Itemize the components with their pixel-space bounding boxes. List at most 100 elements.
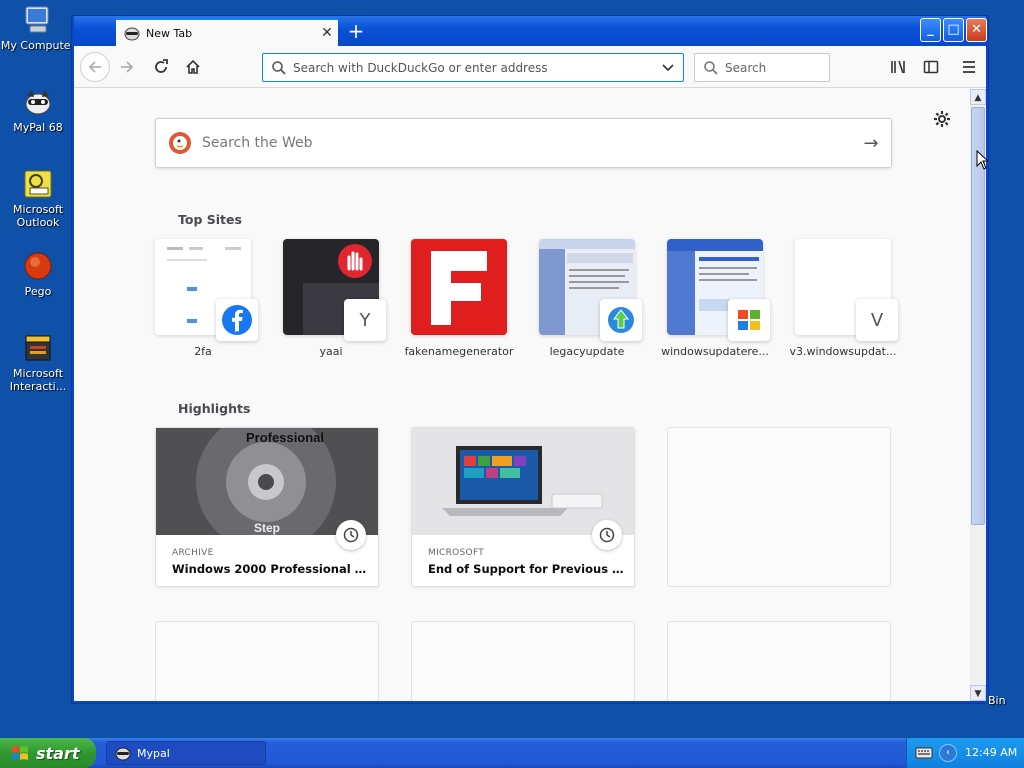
tab-new-tab[interactable]: New Tab ✕: [116, 18, 338, 46]
top-site-label: v3.windowsupdat...: [789, 345, 897, 358]
top-site-label: 2fa: [194, 345, 212, 358]
desktop-icon-my-computer[interactable]: My Computer: [0, 4, 76, 52]
gear-icon[interactable]: [932, 109, 952, 129]
desktop-icon-ms-interactive[interactable]: Microsoft Interacti...: [0, 332, 76, 393]
mypal-icon: [115, 747, 131, 761]
menu-button[interactable]: [956, 54, 982, 80]
highlight-thumbnail: [412, 428, 634, 535]
outlook-icon: [24, 170, 52, 198]
highlight-placeholder: [411, 621, 635, 701]
facebook-icon: [216, 299, 258, 341]
f-logo-icon: [411, 239, 507, 335]
taskbar-item-label: Mypal: [137, 746, 170, 760]
highlight-title: Windows 2000 Professional Step...: [172, 562, 372, 576]
taskbar-item-mypal[interactable]: Mypal: [106, 741, 266, 765]
update-globe-icon: [600, 299, 642, 341]
site-letter-badge: V: [856, 299, 898, 341]
recycle-bin-label[interactable]: Bin: [988, 694, 1006, 707]
taskbar: start Mypal ‹ 12:49 AM: [0, 738, 1024, 768]
highlight-card-microsoft[interactable]: MICROSOFT End of Support for Previous Ve…: [411, 427, 635, 587]
desktop-icon-pego[interactable]: Pego: [0, 250, 76, 298]
top-site-legacyupdate[interactable]: legacyupdate: [530, 239, 642, 364]
top-site-label: legacyupdate: [549, 345, 625, 358]
desktop-icon-label: My Computer: [0, 39, 76, 52]
reload-icon: [155, 59, 168, 73]
start-label: start: [36, 743, 80, 763]
start-button[interactable]: start: [0, 738, 96, 768]
keyboard-icon[interactable]: [915, 746, 933, 760]
home-icon: [186, 59, 200, 74]
sidebar-toggle-button[interactable]: [918, 54, 944, 80]
highlight-placeholder: [155, 621, 379, 701]
address-bar[interactable]: [262, 53, 684, 82]
highlight-placeholder: [667, 621, 891, 701]
clock-icon: [592, 520, 622, 550]
raccoon-icon: [25, 90, 51, 115]
forward-button[interactable]: [114, 54, 140, 80]
top-site-2fa[interactable]: 2fa: [146, 239, 258, 364]
top-site-label: yaai: [319, 345, 343, 358]
back-button[interactable]: [80, 52, 110, 82]
duckduckgo-icon: [169, 132, 191, 154]
clock-text: 12:49 AM: [965, 746, 1018, 759]
chevron-down-icon[interactable]: [661, 61, 675, 75]
windows-flag-icon: [728, 299, 770, 341]
system-tray: ‹ 12:49 AM: [906, 738, 1024, 768]
reload-button[interactable]: [148, 54, 174, 80]
vertical-scrollbar[interactable]: ▲ ▼: [970, 89, 986, 701]
clock-icon: [336, 520, 366, 550]
site-letter-badge: Y: [344, 299, 386, 341]
desktop-icon-label: Pego: [24, 285, 52, 298]
highlight-card-archive[interactable]: Professional Step ARCHIVE Windows 2000 P…: [155, 427, 379, 587]
browser-window: New Tab ✕ + _ □ ✕ Search with DuckDuckGo…: [72, 16, 988, 703]
pego-icon: [24, 252, 52, 280]
top-site-yaai[interactable]: Y yaai: [274, 239, 386, 364]
mouse-cursor-icon: [976, 150, 988, 170]
desktop-icon-mypal[interactable]: MyPal 68: [0, 86, 76, 134]
top-site-label: fakenamegenerator: [404, 345, 514, 358]
library-button[interactable]: [886, 54, 912, 80]
new-tab-plus-icon[interactable]: +: [344, 20, 368, 44]
tab-title: New Tab: [146, 26, 193, 40]
search-bar[interactable]: [694, 53, 830, 82]
search-icon: [272, 60, 286, 75]
tray-expand-icon[interactable]: ‹: [939, 744, 957, 762]
scroll-up-button[interactable]: ▲: [970, 89, 986, 105]
search-input[interactable]: [725, 60, 815, 75]
mypal-favicon-icon: [124, 27, 140, 41]
address-input[interactable]: [293, 60, 661, 75]
library-icon: [891, 60, 905, 74]
scroll-down-button[interactable]: ▼: [970, 685, 986, 701]
web-search-input[interactable]: [202, 135, 851, 151]
close-window-button[interactable]: ✕: [966, 18, 987, 42]
nav-toolbar: [74, 46, 986, 88]
new-tab-page: → Top Sites 2fa: [74, 89, 970, 701]
title-bar[interactable]: New Tab ✕ + _ □ ✕: [74, 16, 987, 46]
highlight-source: MICROSOFT: [428, 548, 485, 558]
top-site-fakenamegenerator[interactable]: fakenamegenerator: [402, 239, 513, 364]
desktop-icon-label: Microsoft Outlook: [12, 203, 64, 229]
top-site-v3-windowsupdate[interactable]: V v3.windowsupdat...: [786, 239, 898, 364]
highlight-thumbnail: Professional Step: [156, 428, 378, 535]
top-sites-heading: Top Sites: [178, 212, 242, 227]
disc-professional-text: Professional: [246, 430, 324, 445]
web-search-box[interactable]: →: [155, 118, 892, 168]
home-button[interactable]: [180, 54, 206, 80]
sidebar-icon: [923, 60, 939, 74]
minimize-button[interactable]: _: [920, 18, 941, 42]
search-icon: [704, 60, 718, 75]
highlights-heading: Highlights: [178, 401, 251, 416]
arrow-right-icon[interactable]: →: [851, 133, 891, 154]
windows-logo-icon: [12, 746, 28, 760]
back-arrow-icon: [88, 61, 101, 73]
top-site-label: windowsupdatere...: [661, 345, 769, 358]
highlight-source: ARCHIVE: [172, 548, 214, 558]
hamburger-menu-icon: [963, 61, 975, 73]
maximize-button[interactable]: □: [943, 18, 964, 42]
desktop-icon-outlook[interactable]: Microsoft Outlook: [0, 168, 76, 229]
highlight-title: End of Support for Previous Ver...: [428, 562, 628, 576]
top-site-windowsupdaterestored[interactable]: windowsupdatere...: [658, 239, 770, 364]
highlight-placeholder: [667, 427, 891, 587]
clapperboard-icon: [25, 335, 51, 361]
tab-close-icon[interactable]: ✕: [316, 25, 338, 41]
